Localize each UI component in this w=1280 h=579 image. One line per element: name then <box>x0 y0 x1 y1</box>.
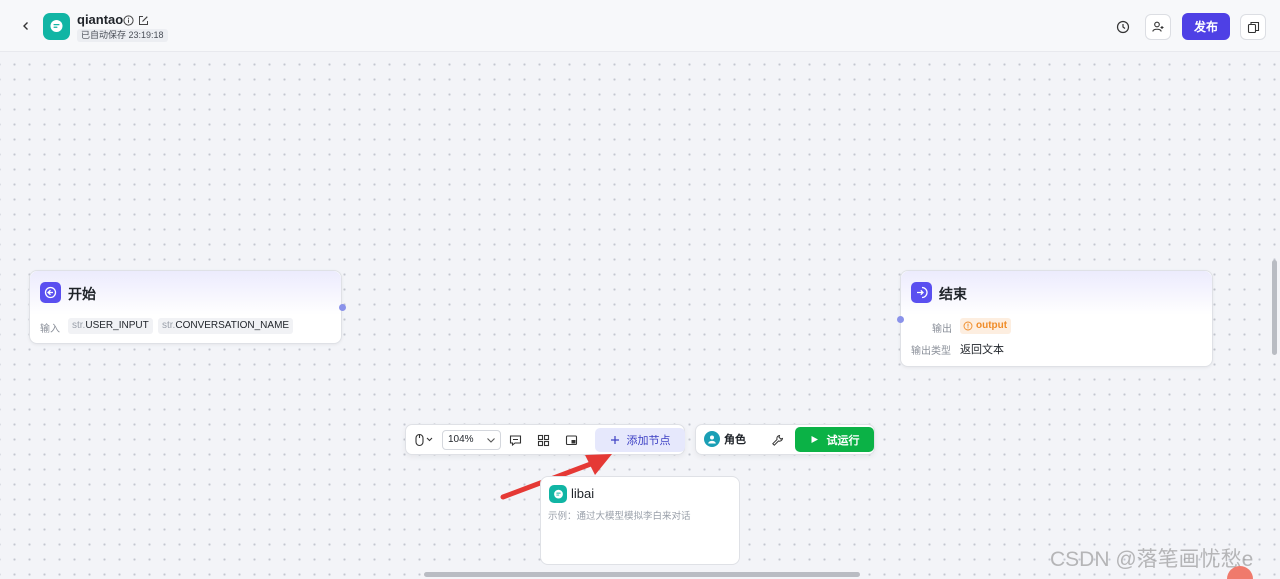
output-warning-tag: output <box>960 318 1012 334</box>
auto-layout-icon[interactable] <box>534 431 552 449</box>
play-icon <box>811 436 818 443</box>
app-logo-icon <box>43 13 70 40</box>
comment-icon[interactable] <box>506 431 524 449</box>
app-title: qiantao <box>77 12 124 27</box>
end-node-header: 结束 <box>901 271 1212 315</box>
chevron-down-icon <box>487 438 495 443</box>
end-node-title: 结束 <box>939 286 967 302</box>
start-input-label: 输入 <box>40 324 60 335</box>
libai-logo-icon <box>549 485 567 503</box>
mouse-mode-icon[interactable] <box>412 431 438 449</box>
copy-icon[interactable] <box>1240 14 1266 40</box>
history-icon[interactable] <box>1110 14 1136 40</box>
libai-agent-card[interactable]: libai 示例：通过大模型模拟李白来对话 <box>540 476 740 565</box>
end-output-label: 输出 <box>932 324 952 335</box>
publish-button[interactable]: 发布 <box>1182 13 1230 40</box>
horizontal-scrollbar[interactable] <box>424 572 860 577</box>
start-node[interactable]: 开始 输入 str.USER_INPUT str.CONVERSATION_NA… <box>29 270 346 344</box>
end-node[interactable]: 结束 输出 output 输出类型 返回文本 <box>897 270 1213 367</box>
run-toolbar: 角色 试运行 <box>695 424 875 455</box>
end-node-icon <box>911 282 932 303</box>
watermark: CSDN @落笔画忧愁e <box>1050 548 1254 571</box>
back-icon[interactable] <box>16 16 36 36</box>
start-node-title: 开始 <box>68 286 96 302</box>
libai-name: libai <box>571 486 595 501</box>
warning-icon <box>963 321 973 331</box>
input-var-tag: str.CONVERSATION_NAME <box>158 318 294 334</box>
vertical-scrollbar[interactable] <box>1272 260 1277 355</box>
wrench-icon[interactable] <box>768 431 786 449</box>
autosave-badge: 已自动保存 23:19:18 <box>77 29 168 42</box>
role-label: 角色 <box>724 434 746 446</box>
plus-icon <box>610 436 619 444</box>
top-header: qiantao 已自动保存 23:19:18 发布 <box>0 0 1280 52</box>
collaborators-icon[interactable] <box>1145 14 1171 40</box>
end-output-type-value: 返回文本 <box>960 344 1004 356</box>
end-input-port[interactable] <box>897 316 904 323</box>
start-node-header: 开始 <box>30 271 341 315</box>
end-output-type-label: 输出类型 <box>911 346 951 357</box>
start-node-icon <box>40 282 61 303</box>
zoom-select[interactable]: 104% <box>442 430 501 450</box>
input-var-tag: str.USER_INPUT <box>68 318 153 334</box>
info-icon[interactable] <box>123 13 134 26</box>
test-run-button[interactable]: 试运行 <box>795 427 874 452</box>
start-output-port[interactable] <box>339 304 346 311</box>
minimap-icon[interactable] <box>562 431 580 449</box>
role-avatar-icon <box>704 431 720 447</box>
edit-icon[interactable] <box>138 13 149 25</box>
libai-description: 示例：通过大模型模拟李白来对话 <box>548 511 691 522</box>
role-button[interactable]: 角色 <box>704 431 746 447</box>
